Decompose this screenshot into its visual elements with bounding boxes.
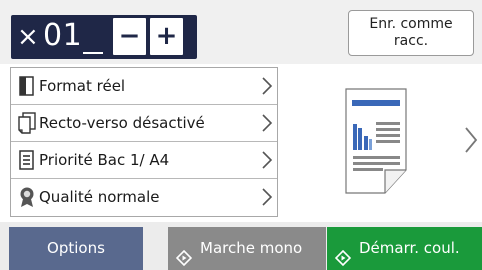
color-start-label: Démarr. coul. <box>359 239 460 257</box>
color-start-button[interactable]: Démarr. coul. <box>327 227 482 270</box>
setting-label: Recto-verso désactivé <box>39 114 205 132</box>
decrement-button[interactable]: − <box>113 18 146 55</box>
settings-list: Format réel Recto-verso désactivé Priori… <box>10 67 278 217</box>
setting-row-duplex[interactable]: Recto-verso désactivé <box>11 105 277 142</box>
preview-next-arrow-icon[interactable] <box>464 126 478 154</box>
start-diamond-icon <box>334 240 352 267</box>
setting-label: Priorité Bac 1/ A4 <box>39 151 170 169</box>
options-button[interactable]: Options <box>9 227 143 270</box>
chevron-right-icon <box>261 113 273 133</box>
increment-button[interactable]: + <box>150 18 183 55</box>
cursor-underline <box>83 52 103 54</box>
setting-row-tray[interactable]: Priorité Bac 1/ A4 <box>11 142 277 179</box>
page-size-icon <box>17 75 37 97</box>
start-diamond-icon <box>175 240 193 267</box>
setting-label: Format réel <box>39 77 126 95</box>
tray-list-icon <box>17 149 37 171</box>
multiply-sign: × <box>17 22 39 52</box>
quality-ribbon-icon <box>17 186 37 208</box>
save-shortcut-label-line2: racc. <box>393 33 429 49</box>
mono-start-button[interactable]: Marche mono <box>168 227 326 270</box>
copy-count-value[interactable]: 01 <box>43 19 82 53</box>
chevron-right-icon <box>261 187 273 207</box>
duplex-icon <box>17 112 37 134</box>
setting-row-paper-size[interactable]: Format réel <box>11 68 277 105</box>
save-shortcut-button[interactable]: Enr. comme racc. <box>348 10 474 56</box>
chevron-right-icon <box>261 150 273 170</box>
copy-count-control: × 01 − + <box>11 15 197 59</box>
setting-row-quality[interactable]: Qualité normale <box>11 179 277 216</box>
mono-start-label: Marche mono <box>200 239 303 257</box>
chevron-right-icon <box>261 76 273 96</box>
setting-label: Qualité normale <box>39 188 160 206</box>
save-shortcut-label-line1: Enr. comme <box>369 16 453 32</box>
document-preview-icon <box>345 88 407 194</box>
